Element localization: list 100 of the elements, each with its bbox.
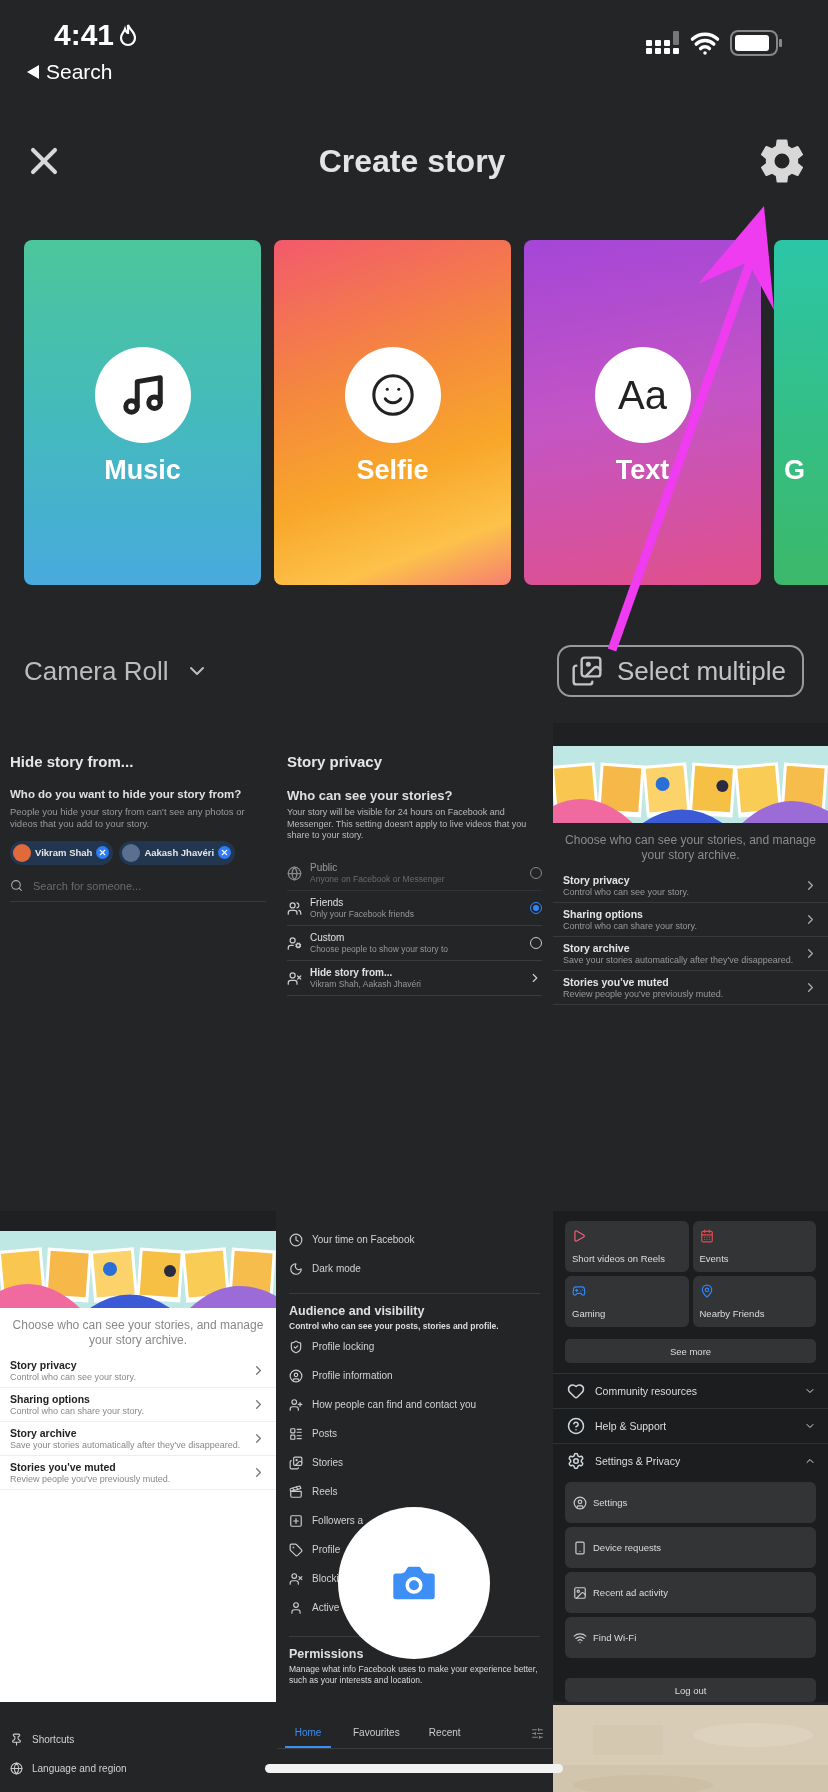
row-subtitle: Review people you've previously muted. (10, 1474, 172, 1484)
avatar-icon (122, 843, 141, 862)
section-description: Control who can see your posts, stories and profile. (289, 1321, 500, 1333)
section-icon (567, 1417, 585, 1435)
menu-item[interactable]: Device requests (565, 1527, 816, 1568)
log-out-button[interactable]: Log out (565, 1678, 816, 1702)
section-heading: Permissions (289, 1647, 365, 1662)
settings-button[interactable] (758, 137, 806, 185)
item-icon (573, 1540, 587, 1555)
filter-icon (531, 1727, 544, 1740)
item-icon (10, 1733, 23, 1746)
item-icon (289, 1600, 303, 1615)
option-subtitle: Choose people to show your story to (310, 944, 449, 955)
menu-item[interactable]: Find Wi-Fi (565, 1617, 816, 1658)
album-picker[interactable]: Camera Roll (24, 655, 209, 687)
item-icon (10, 1762, 23, 1775)
option-subtitle: Vikram Shah, Aakash Jhavéri (310, 979, 422, 990)
row-title: Story privacy (563, 874, 631, 886)
item-icon (289, 1513, 303, 1528)
screen-title: Create story (318, 142, 506, 180)
screenshot-thumbnail[interactable]: Short videos on Reels Events Gaming Nearby Friends See more Community resources Help & Support Settings & Privacy Settings Device requests Recent ad activity Find Wi-Fi Log out (553, 1211, 828, 1702)
item-icon (289, 1339, 303, 1354)
menu-item[interactable]: Recent ad activity (565, 1572, 816, 1613)
text-style-icon: Aa (618, 372, 667, 418)
section-icon (567, 1452, 585, 1470)
remove-icon (96, 846, 110, 860)
item-label: Dark mode (312, 1263, 361, 1274)
item-label: Language and region (32, 1763, 127, 1774)
screen-title: Hide story from... (10, 753, 135, 770)
intro-text: Choose who can see your stories, and manage your story archive. (565, 833, 816, 863)
back-link[interactable]: Search (26, 60, 139, 84)
people-icon (287, 970, 302, 986)
search-icon (10, 879, 23, 893)
battery-icon (730, 30, 782, 56)
row-subtitle: Control who can see your story. (10, 1372, 137, 1382)
feed-tab[interactable]: Home (285, 1727, 331, 1748)
shortcut-tile[interactable]: Short videos on Reels (565, 1221, 689, 1272)
item-label: Active (312, 1602, 340, 1614)
item-icon (289, 1542, 303, 1557)
section-heading: Audience and visibility (289, 1304, 426, 1318)
see-more-button[interactable]: See more (565, 1339, 816, 1363)
item-icon (289, 1368, 303, 1383)
row-subtitle: Review people you've previously muted. (563, 989, 725, 999)
row-title: Story archive (563, 942, 631, 954)
flame-icon (118, 23, 139, 47)
item-label: How people can find and contact you (312, 1399, 476, 1411)
gallery-icon (570, 655, 603, 687)
item-icon (289, 1484, 303, 1499)
person-chip: Aakash Jhavéri (119, 840, 236, 865)
remove-icon (218, 846, 232, 860)
option-icon (287, 900, 302, 916)
option-icon (287, 865, 302, 881)
item-label: Blocki (312, 1573, 339, 1585)
item-icon (289, 1261, 303, 1276)
item-label: Profile locking (312, 1341, 375, 1353)
row-title: Sharing options (563, 908, 644, 920)
section-icon (567, 1382, 585, 1400)
shortcut-icon (699, 1229, 714, 1243)
row-subtitle: Save your stories automatically after they've disappeared. (563, 955, 795, 965)
select-multiple-button[interactable]: Select multiple (556, 645, 804, 697)
feed-tab[interactable]: Recent (421, 1727, 468, 1748)
item-icon (573, 1630, 587, 1645)
item-label: Your time on Facebook (312, 1234, 415, 1245)
search-field[interactable]: Search for someone... (31, 878, 266, 893)
avatar-icon (13, 843, 31, 862)
row-title: Stories you've muted (10, 1461, 117, 1473)
row-subtitle: Control who can share your story. (563, 921, 698, 931)
item-icon (289, 1232, 303, 1247)
item-label: Stories (312, 1457, 344, 1469)
description-text: People you hide your story from can't see any photos or videos that you add to your story. (10, 806, 246, 831)
intro-text: Choose who can see your stories, and manage your story archive. (12, 1318, 264, 1348)
feed-tab[interactable]: Favourites (353, 1727, 400, 1748)
screen-title: Story privacy (287, 753, 384, 770)
item-label: Profile information (312, 1370, 393, 1382)
shortcut-tile[interactable]: Gaming (565, 1276, 689, 1327)
item-label: Shortcuts (32, 1734, 75, 1745)
row-subtitle: Control who can see your story. (563, 887, 690, 897)
item-icon (289, 1397, 303, 1412)
description-text: Your story will be visible for 24 hours on Facebook and Messenger. This setting doesn't apply to live videos that you share to your story. (287, 807, 528, 843)
signal-icon (646, 31, 680, 55)
shortcut-tile[interactable]: Events (692, 1221, 816, 1272)
option-title: Custom (310, 932, 346, 944)
option-title: Public (310, 862, 339, 874)
item-icon (573, 1495, 587, 1510)
row-title: Stories you've muted (563, 976, 670, 988)
item-label: Followers a (312, 1515, 364, 1527)
option-title: Hide story from... (310, 967, 394, 979)
shortcut-tile[interactable]: Nearby Friends (692, 1276, 816, 1327)
shortcut-icon (572, 1284, 586, 1298)
item-icon (289, 1571, 303, 1586)
item-icon (573, 1585, 587, 1600)
section-heading: Who can see your stories? (287, 788, 454, 803)
row-title: Sharing options (10, 1393, 91, 1405)
menu-item[interactable]: Settings (565, 1482, 816, 1523)
option-subtitle: Anyone on Facebook or Messenger (310, 874, 446, 885)
person-chip: Vikram Shah (10, 840, 114, 865)
story-type-card[interactable]: Aa Text (524, 240, 761, 585)
screenshot-thumbnail[interactable] (0, 1211, 276, 1702)
item-label: Profile (312, 1544, 341, 1556)
back-triangle-icon (26, 64, 40, 80)
